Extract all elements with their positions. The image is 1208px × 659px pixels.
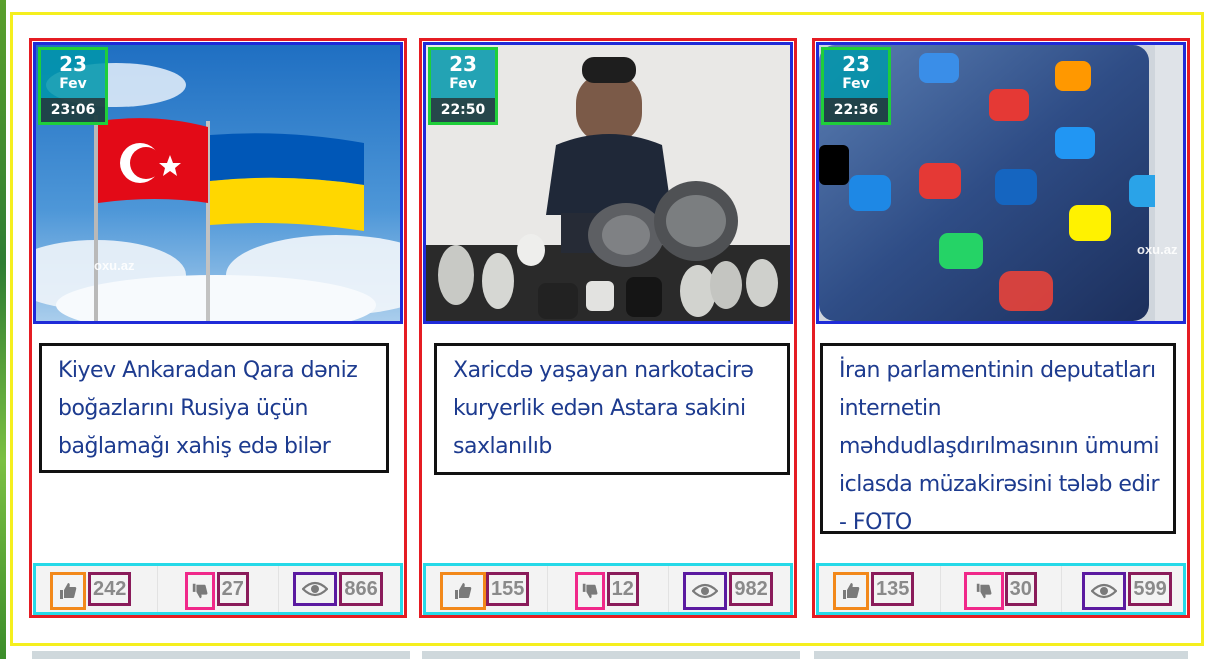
thumbs-up-icon[interactable] — [440, 572, 486, 610]
stats-bar: 135 30 599 — [816, 563, 1186, 615]
dislike-count: 30 — [1004, 572, 1037, 606]
stats-bar: 242 27 866 — [33, 563, 403, 615]
thumbs-up-icon[interactable] — [833, 572, 869, 610]
date-day: 23 — [59, 52, 87, 76]
date-month: Fev — [842, 76, 870, 92]
news-image[interactable]: 23 Fev 22:50 — [423, 42, 793, 324]
dislike-stat[interactable]: 12 — [548, 566, 670, 612]
stats-bar: 155 12 982 — [423, 563, 793, 615]
views-stat: 866 — [279, 566, 400, 612]
date-badge: 23 Fev 22:36 — [821, 47, 891, 125]
date-month: Fev — [449, 76, 477, 92]
like-count: 155 — [486, 572, 530, 606]
date-badge: 23 Fev 22:50 — [428, 47, 498, 125]
views-count: 866 — [339, 572, 383, 606]
views-stat: 982 — [669, 566, 790, 612]
watermark-label: oxu.az — [1137, 242, 1178, 257]
dislike-stat[interactable]: 30 — [941, 566, 1063, 612]
dislike-stat[interactable]: 27 — [158, 566, 280, 612]
news-title-box[interactable]: Xaricdə yaşayan narkotacirə kuryerlik ed… — [434, 343, 790, 475]
news-card[interactable]: 23 Fev 22:50 Xaricdə yaşayan narkotacirə… — [419, 38, 797, 618]
news-title[interactable]: İran parlamentinin deputatları interneti… — [839, 352, 1161, 542]
thumbs-up-icon[interactable] — [50, 572, 86, 610]
thumbs-down-icon[interactable] — [184, 572, 215, 610]
eye-icon — [1082, 572, 1127, 610]
date-badge: 23 Fev 23:06 — [38, 47, 108, 125]
eye-icon — [293, 572, 338, 606]
thumbs-down-icon[interactable] — [574, 572, 605, 610]
views-count: 599 — [1128, 572, 1172, 606]
watermark-label: oxu.az — [94, 258, 135, 273]
next-card-preview — [422, 651, 800, 659]
like-stat[interactable]: 242 — [36, 566, 158, 612]
news-card[interactable]: oxu.az 23 Fev 22:36 İran parlamentinin d… — [812, 38, 1190, 618]
news-image[interactable]: oxu.az 23 Fev 22:36 — [816, 42, 1186, 324]
dislike-count: 12 — [606, 572, 639, 606]
date-month: Fev — [59, 76, 87, 92]
next-card-preview — [814, 651, 1188, 659]
next-card-preview — [32, 651, 410, 659]
news-image[interactable]: oxu.az 23 Fev 23:06 — [33, 42, 403, 324]
date-time: 22:50 — [431, 98, 495, 122]
dislike-count: 27 — [216, 572, 249, 606]
eye-icon — [683, 572, 728, 610]
date-time: 23:06 — [41, 98, 105, 122]
like-stat[interactable]: 135 — [819, 566, 941, 612]
like-stat[interactable]: 155 — [426, 566, 548, 612]
thumbs-down-icon[interactable] — [963, 572, 1004, 610]
like-count: 242 — [88, 572, 132, 606]
date-day: 23 — [449, 52, 477, 76]
news-title-box[interactable]: Kiyev Ankaradan Qara dəniz boğazlarını R… — [39, 343, 389, 473]
news-title[interactable]: Kiyev Ankaradan Qara dəniz boğazlarını R… — [58, 352, 374, 466]
left-decorative-strip — [0, 0, 6, 659]
views-stat: 599 — [1062, 566, 1183, 612]
date-day: 23 — [842, 52, 870, 76]
like-count: 135 — [871, 572, 915, 606]
views-count: 982 — [729, 572, 773, 606]
news-card[interactable]: oxu.az 23 Fev 23:06 Kiyev Ankaradan Qara… — [29, 38, 407, 618]
news-title-box[interactable]: İran parlamentinin deputatları interneti… — [820, 343, 1176, 535]
news-title[interactable]: Xaricdə yaşayan narkotacirə kuryerlik ed… — [453, 352, 775, 466]
date-time: 22:36 — [824, 98, 888, 122]
